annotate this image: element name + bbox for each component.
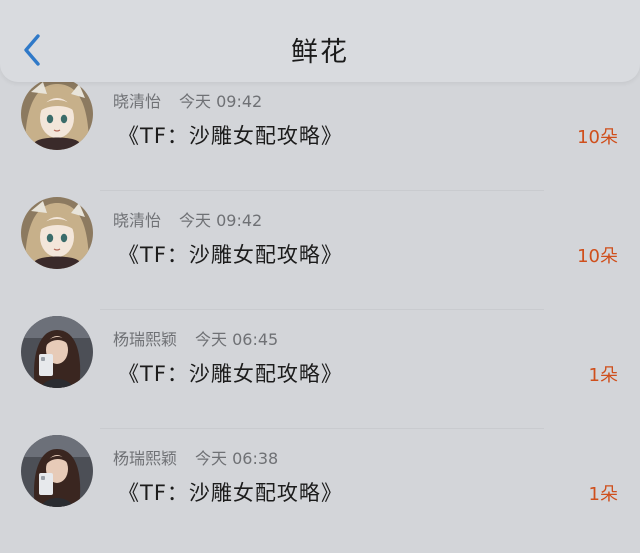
selfie-photo-avatar-icon [21,316,93,388]
avatar[interactable] [21,78,93,150]
list-item: 杨瑞熙颖 今天 06:38 《TF：沙雕女配攻略》 1朵 [0,429,640,548]
avatar[interactable] [21,316,93,388]
record-meta: 杨瑞熙颖 今天 06:45 [113,326,278,350]
user-name: 杨瑞熙颖 [113,449,178,468]
list-item: 晓清怡 今天 09:42 《TF：沙雕女配攻略》 10朵 [0,191,640,310]
user-name: 杨瑞熙颖 [113,330,178,349]
anime-girl-avatar-icon [21,197,93,269]
record-meta: 杨瑞熙颖 今天 06:38 [113,445,278,469]
user-name: 晓清怡 [113,92,162,111]
book-title[interactable]: 《TF：沙雕女配攻略》 [118,120,343,150]
record-time: 今天 09:42 [179,211,263,230]
user-name: 晓清怡 [113,211,162,230]
book-title[interactable]: 《TF：沙雕女配攻略》 [118,239,343,269]
top-bar: 鲜花 [0,0,640,82]
flower-count: 10朵 [577,246,618,267]
page-title: 鲜花 [291,37,349,68]
list-item: 杨瑞熙颖 今天 06:45 《TF：沙雕女配攻略》 1朵 [0,310,640,429]
record-time: 今天 09:42 [179,92,263,111]
record-time: 今天 06:38 [195,449,279,468]
avatar[interactable] [21,197,93,269]
avatar[interactable] [21,435,93,507]
record-meta: 晓清怡 今天 09:42 [113,207,262,231]
flower-count: 1朵 [588,365,618,386]
anime-girl-avatar-icon [21,78,93,150]
selfie-photo-avatar-icon [21,435,93,507]
flower-record-list: 晓清怡 今天 09:42 《TF：沙雕女配攻略》 10朵 晓清怡 今天 09:42 … [0,72,640,548]
flower-count: 10朵 [577,127,618,148]
list-item: 晓清怡 今天 09:42 《TF：沙雕女配攻略》 10朵 [0,72,640,191]
record-meta: 晓清怡 今天 09:42 [113,88,262,112]
book-title[interactable]: 《TF：沙雕女配攻略》 [118,477,343,507]
record-time: 今天 06:45 [195,330,279,349]
flower-count: 1朵 [588,484,618,505]
book-title[interactable]: 《TF：沙雕女配攻略》 [118,358,343,388]
